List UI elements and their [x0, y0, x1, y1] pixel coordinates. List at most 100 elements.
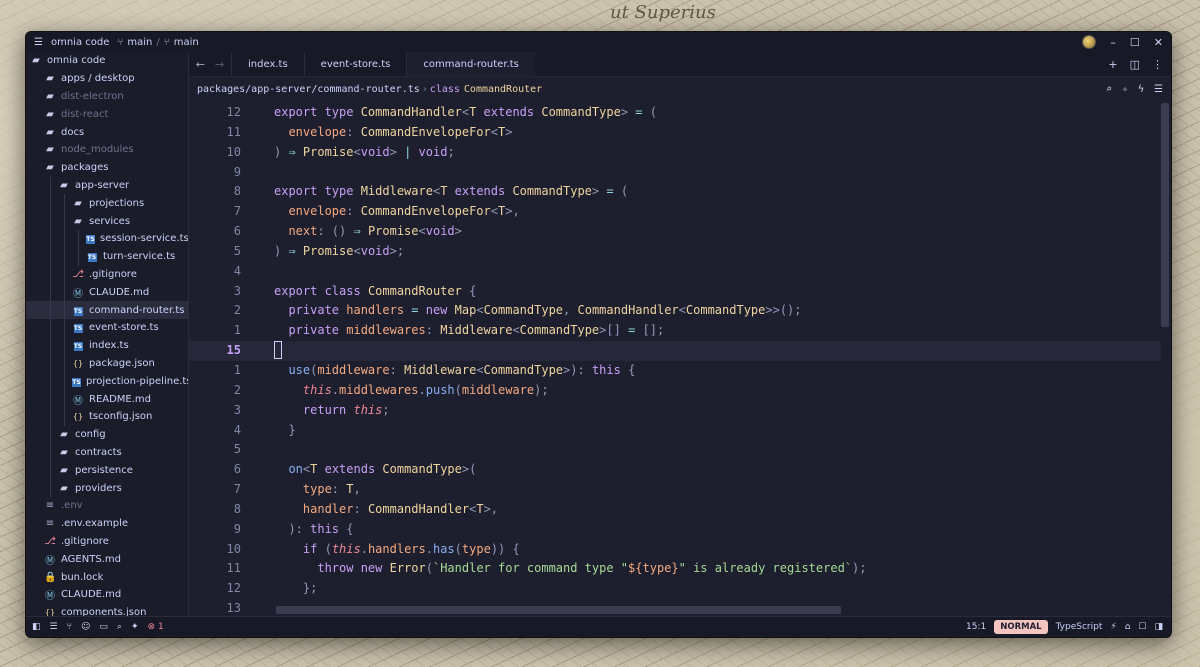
tree-item[interactable]: TS projection-pipeline.ts: [26, 372, 188, 391]
tab-index-ts[interactable]: index.ts: [231, 52, 304, 76]
settings-sliders-icon[interactable]: ☰: [1154, 84, 1163, 95]
vertical-scrollbar[interactable]: [1161, 103, 1169, 327]
code-line[interactable]: 2 private handlers = new Map<CommandType…: [189, 301, 1161, 321]
tree-item[interactable]: Ⓜ CLAUDE.md: [26, 586, 188, 604]
avatar[interactable]: [1082, 35, 1097, 49]
tree-item[interactable]: TS turn-service.ts: [26, 247, 188, 266]
tree-item[interactable]: ▰ node_modules: [26, 141, 188, 159]
tree-item[interactable]: TS session-service.ts: [26, 229, 188, 248]
tree-item[interactable]: TS event-store.ts: [26, 318, 188, 337]
line-number: 1: [233, 323, 241, 338]
project-name[interactable]: omnia code: [51, 37, 109, 48]
back-arrow-icon[interactable]: ←: [196, 58, 205, 71]
collaborators-icon[interactable]: ☺: [81, 622, 90, 632]
tree-item[interactable]: Ⓜ CLAUDE.md: [26, 283, 188, 302]
tree-item[interactable]: ▰ contracts: [26, 443, 188, 462]
language-selector[interactable]: TypeScript: [1056, 622, 1103, 632]
search-icon[interactable]: ⌕: [1106, 84, 1112, 95]
cursor-position[interactable]: 15:1: [966, 622, 986, 632]
branch-selector[interactable]: ⑂ main: [117, 37, 152, 48]
tree-item[interactable]: Ⓜ AGENTS.md: [26, 550, 188, 568]
debug-icon[interactable]: ✦: [131, 622, 139, 632]
magic-wand-icon[interactable]: ✧: [1122, 84, 1128, 95]
tree-item[interactable]: TS index.ts: [26, 336, 188, 355]
tree-item[interactable]: ▰ providers: [26, 479, 188, 497]
tree-item[interactable]: ▰ services: [26, 212, 188, 230]
code-line[interactable]: 8 export type Middleware<T extends Comman…: [189, 182, 1161, 202]
code-line[interactable]: 6 next: () ⇒ Promise<void>: [189, 222, 1161, 242]
code-line[interactable]: 7 type: T,: [189, 480, 1161, 500]
error-count[interactable]: ⊗ 1: [148, 622, 164, 632]
breadcrumb-symbol[interactable]: CommandRouter: [464, 84, 542, 95]
code-line[interactable]: 2 this.middlewares.push(middleware);: [189, 381, 1161, 401]
code-line[interactable]: 1 use(middleware: Middleware<CommandType…: [189, 361, 1161, 381]
minimize-icon[interactable]: –: [1110, 36, 1116, 49]
tree-item[interactable]: ≡ .env: [26, 497, 188, 515]
tree-item[interactable]: ⎇ .gitignore: [26, 533, 188, 551]
notification-icon[interactable]: ⌂: [1125, 622, 1131, 632]
new-tab-icon[interactable]: +: [1108, 58, 1117, 71]
code-line[interactable]: 11 throw new Error(`Handler for command …: [189, 559, 1161, 579]
code-line[interactable]: 1 private middlewares: Middleware<Comman…: [189, 321, 1161, 341]
code-line[interactable]: 8 handler: CommandHandler<T>,: [189, 500, 1161, 520]
tree-item[interactable]: ▰ dist-react: [26, 105, 188, 123]
breadcrumb-path[interactable]: packages/app-server/command-router.ts: [197, 84, 420, 95]
tree-root[interactable]: ▰ omnia code: [26, 52, 188, 70]
right-panel-icon[interactable]: ◨: [1154, 622, 1163, 632]
menu-button[interactable]: ☰: [34, 37, 43, 48]
worktree-selector[interactable]: ⑂ main: [164, 37, 199, 48]
code-line[interactable]: 12 export type CommandHandler<T extends C…: [189, 103, 1161, 123]
code-line[interactable]: 9: [189, 163, 1161, 183]
tree-item[interactable]: {} components.json: [26, 604, 188, 617]
search-icon[interactable]: ⌕: [117, 622, 122, 632]
panel-toggle-icon[interactable]: ☐: [1138, 622, 1146, 632]
tree-item[interactable]: ≡ .env.example: [26, 515, 188, 533]
sidebar-toggle-icon[interactable]: ◧: [32, 622, 41, 632]
tree-item[interactable]: ▰ docs: [26, 123, 188, 141]
tree-item[interactable]: ▰ dist-electron: [26, 88, 188, 106]
more-icon[interactable]: ⋮: [1152, 58, 1163, 71]
tab-command-router-ts[interactable]: command-router.ts: [406, 52, 535, 76]
code-line[interactable]: 3 export class CommandRouter {: [189, 282, 1161, 302]
chat-icon[interactable]: ▭: [99, 622, 108, 632]
tree-item[interactable]: Ⓜ README.md: [26, 390, 188, 408]
tree-item-label: node_modules: [61, 144, 134, 156]
code-line[interactable]: 3 return this;: [189, 401, 1161, 421]
tree-item[interactable]: {} package.json: [26, 354, 188, 373]
code-line[interactable]: 6 on<T extends CommandType>(: [189, 460, 1161, 480]
tree-item[interactable]: ▰ app-server: [26, 176, 188, 195]
code-line[interactable]: 7 envelope: CommandEnvelopeFor<T>,: [189, 202, 1161, 222]
lightning-icon[interactable]: ϟ: [1138, 84, 1144, 95]
files-icon[interactable]: ☰: [50, 622, 58, 632]
horizontal-scrollbar[interactable]: [276, 606, 841, 614]
code-line[interactable]: 5) ⇒ Promise<void>;: [189, 242, 1161, 262]
tree-item[interactable]: ▰ config: [26, 425, 188, 444]
code-line[interactable]: 10 if (this.handlers.has(type)) {: [189, 540, 1161, 560]
tree-item[interactable]: ▰ packages: [26, 159, 188, 177]
split-view-icon[interactable]: ◫: [1130, 58, 1140, 71]
code-line[interactable]: 10) ⇒ Promise<void> | void;: [189, 143, 1161, 163]
tree-item[interactable]: ▰ projections: [26, 194, 188, 213]
tree-item[interactable]: ▰ apps / desktop: [26, 70, 188, 88]
code-line[interactable]: 11 envelope: CommandEnvelopeFor<T>: [189, 123, 1161, 143]
code-line[interactable]: 9 ): this {: [189, 520, 1161, 540]
assistant-icon[interactable]: ⚡: [1110, 622, 1116, 632]
code-line[interactable]: 15: [189, 340, 1161, 361]
code-editor[interactable]: 12 export type CommandHandler<T extends C…: [189, 103, 1161, 617]
close-icon[interactable]: ✕: [1154, 36, 1163, 49]
code-line[interactable]: 12 };: [189, 579, 1161, 599]
indent-guide: [78, 229, 79, 248]
line-number: 7: [233, 204, 241, 219]
forward-arrow-icon[interactable]: →: [215, 58, 224, 71]
tree-item[interactable]: ▰ persistence: [26, 461, 188, 480]
git-branch-icon[interactable]: ⑂: [67, 622, 72, 632]
maximize-icon[interactable]: ☐: [1130, 36, 1140, 49]
tree-item[interactable]: TS command-router.ts: [26, 301, 188, 319]
code-line[interactable]: 5: [189, 440, 1161, 460]
tree-item[interactable]: 🔒 bun.lock: [26, 568, 188, 586]
code-line[interactable]: 4: [189, 262, 1161, 282]
tree-item[interactable]: ⎇ .gitignore: [26, 265, 188, 284]
tree-item[interactable]: {} tsconfig.json: [26, 407, 188, 426]
code-line[interactable]: 4 }: [189, 421, 1161, 441]
tab-event-store-ts[interactable]: event-store.ts: [303, 52, 407, 76]
